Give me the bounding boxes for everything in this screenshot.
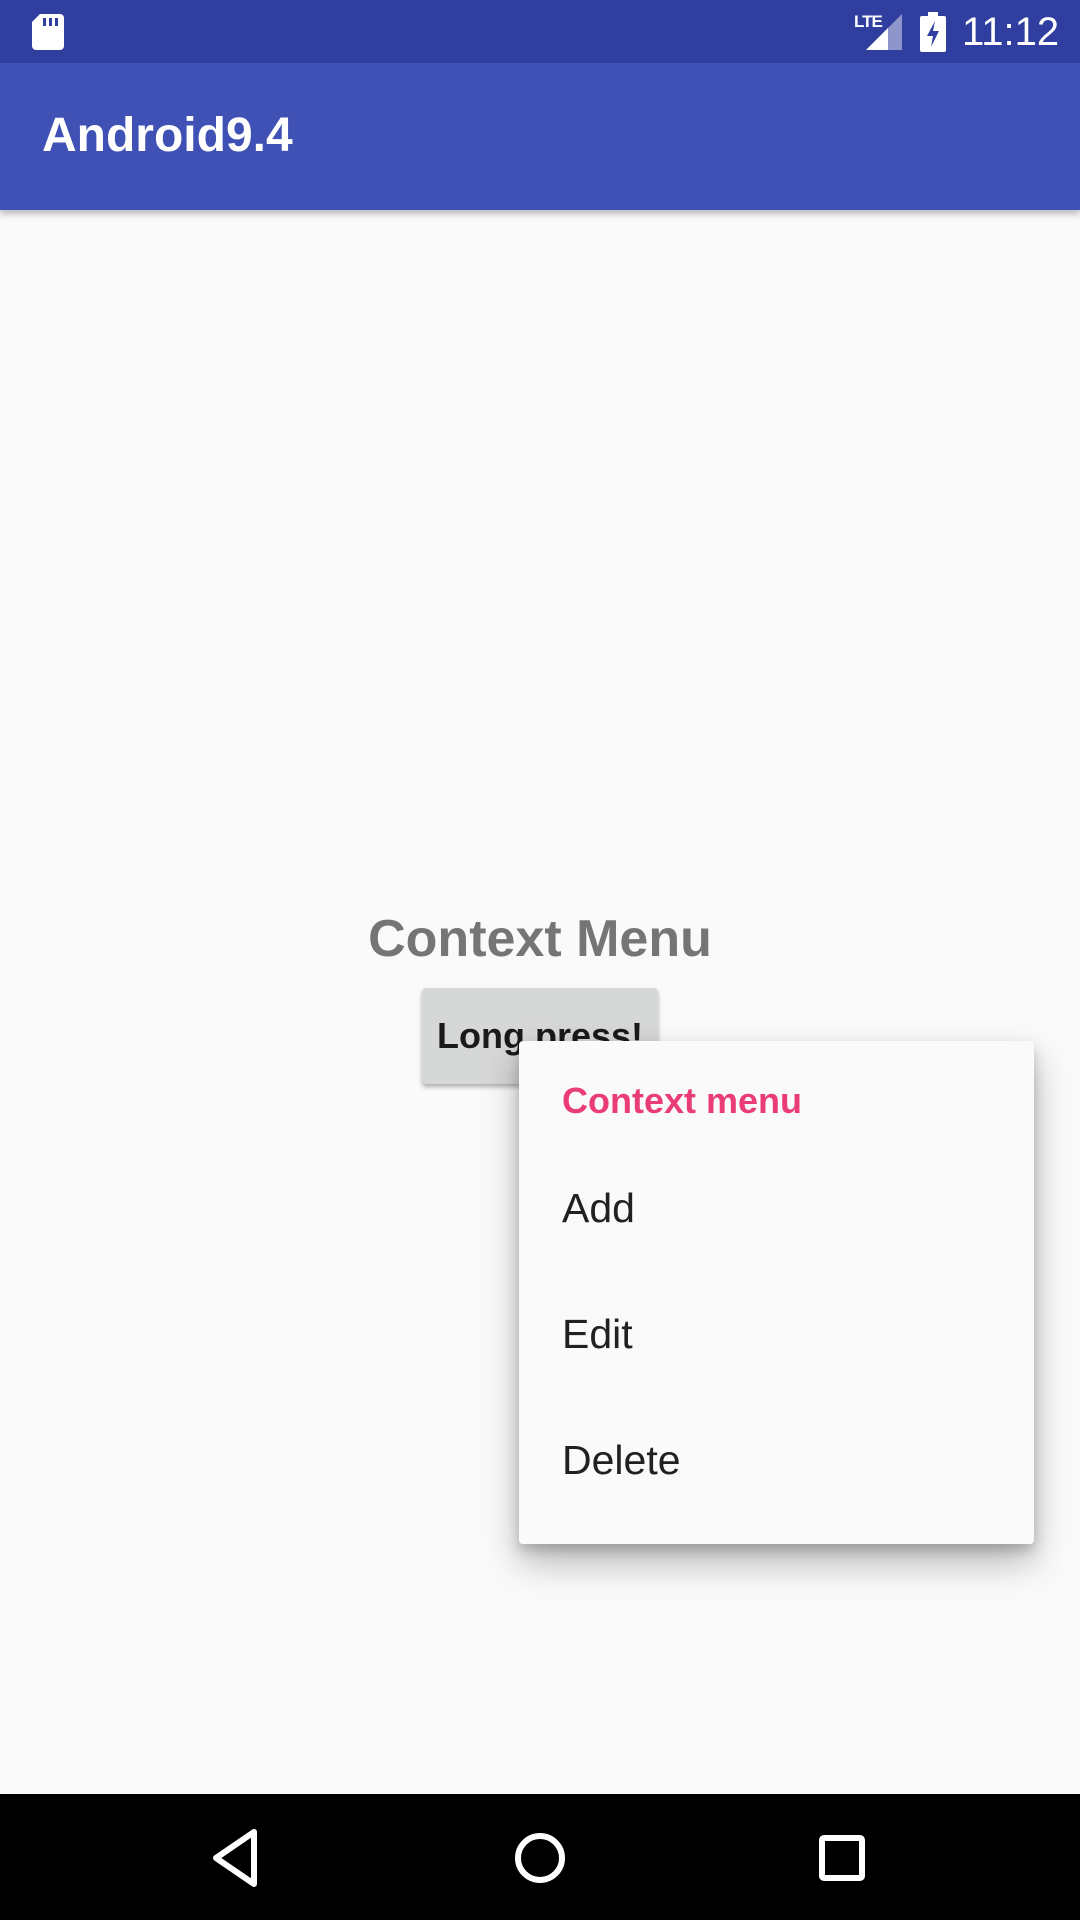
status-clock: 11:12 (962, 10, 1060, 54)
menu-item-delete[interactable]: Delete (519, 1396, 1034, 1522)
sd-card-icon (32, 14, 64, 50)
menu-item-label: Delete (562, 1437, 681, 1483)
menu-item-add[interactable]: Add (519, 1144, 1034, 1270)
app-bar: Android9.4 (0, 63, 1080, 210)
app-title: Android9.4 (42, 109, 293, 162)
screen-heading: Context Menu (368, 910, 712, 968)
menu-item-edit[interactable]: Edit (519, 1270, 1034, 1396)
menu-item-label: Add (562, 1185, 635, 1231)
status-bar: LTE 11:12 (0, 0, 1080, 63)
recents-icon[interactable] (808, 1824, 876, 1892)
context-menu-title: Context menu (562, 1080, 803, 1121)
menu-item-label: Edit (562, 1311, 633, 1357)
navigation-bar (0, 1794, 1080, 1920)
home-icon[interactable] (506, 1824, 574, 1892)
back-icon[interactable] (202, 1824, 270, 1892)
battery-charging-icon (920, 12, 946, 52)
signal-icon (866, 14, 902, 50)
